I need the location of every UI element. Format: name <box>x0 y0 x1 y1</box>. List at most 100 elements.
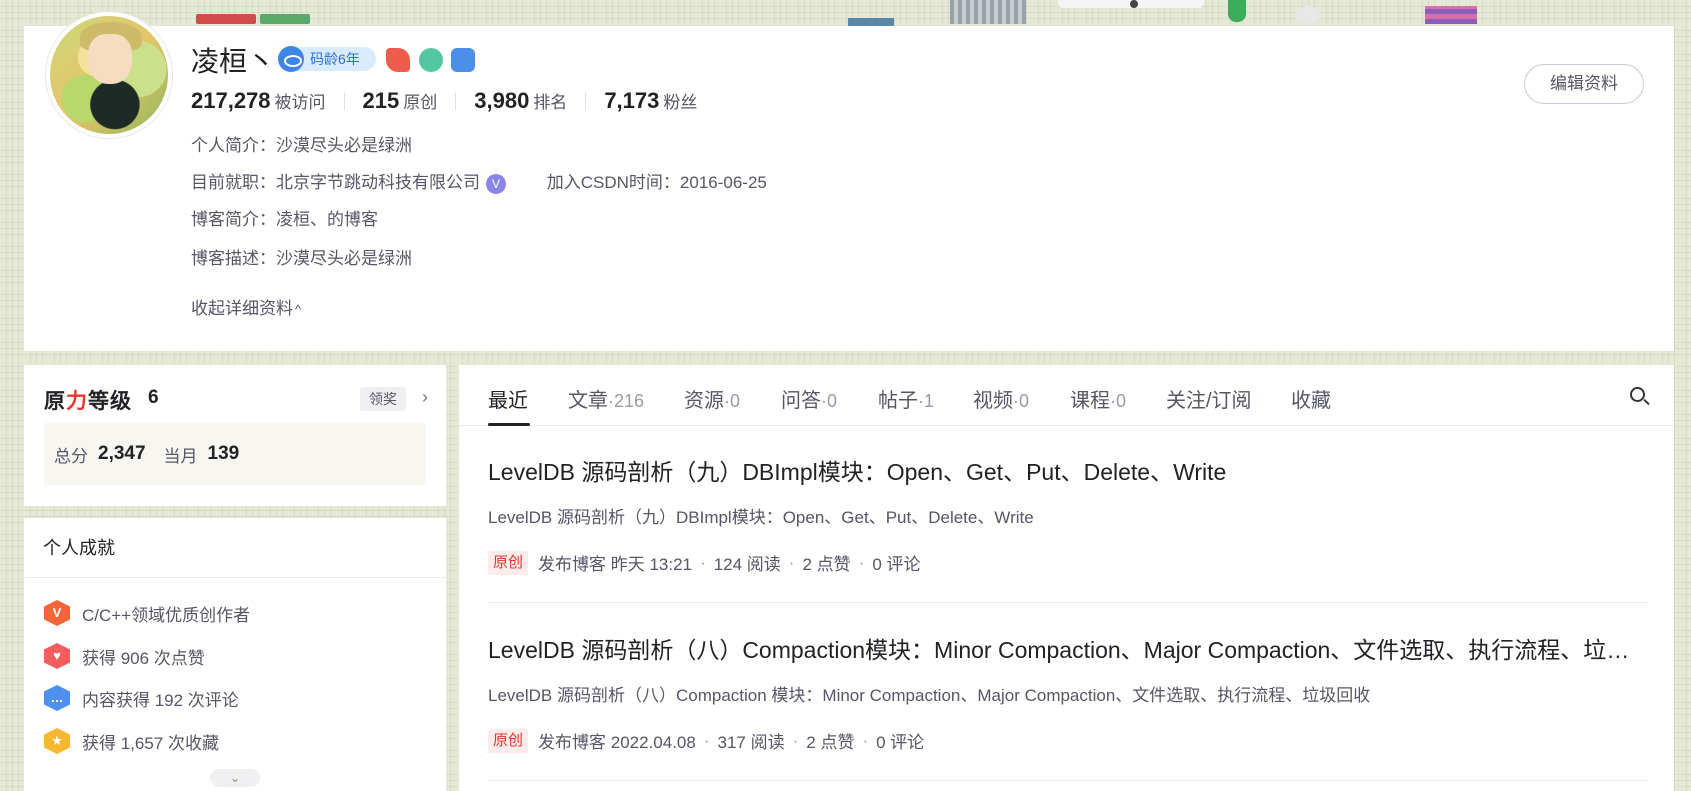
decor-server-icon <box>950 0 1026 24</box>
profile-card: 凌桓丶 码龄6年 217,278 被访问 215 原创 3,980 排名 7,1… <box>24 12 1674 351</box>
tab-follow[interactable]: 关注/订阅 <box>1166 384 1252 413</box>
avatar-face-shape <box>88 34 132 84</box>
article-published: 发布博客 2022.04.08 <box>538 733 696 752</box>
tab-count: ·0 <box>821 391 838 411</box>
meta-separator: · <box>858 552 865 572</box>
stat-original[interactable]: 215 原创 <box>363 88 438 114</box>
content-panel: 最近 文章·216 资源·0 问答·0 帖子·1 视频·0 课程·0 关注/订阅… <box>459 365 1674 791</box>
power-level-value: 6 <box>148 387 159 408</box>
tab-count: ·0 <box>1013 391 1030 411</box>
chevron-up-icon: ^ <box>295 302 302 317</box>
claim-reward-button[interactable]: 领奖 <box>360 387 406 411</box>
achievement-text: 内容获得 192 次评论 <box>82 690 239 710</box>
blog-intro-label: 博客简介： <box>191 210 276 229</box>
search-icon[interactable] <box>1628 385 1650 407</box>
stat-fans[interactable]: 7,173 粉丝 <box>604 88 697 114</box>
tab-label: 关注/订阅 <box>1166 390 1252 412</box>
article-comments: 0 评论 <box>872 555 921 574</box>
article-item[interactable]: LevelDB 源码剖析（八）Compaction模块：Minor Compac… <box>488 631 1648 753</box>
code-age-badge[interactable]: 码龄6年 <box>278 46 376 72</box>
tab-label: 资源 <box>684 390 724 412</box>
meta-separator: · <box>792 730 799 750</box>
blog-desc-text: 沙漠尽头必是绿洲 <box>276 249 412 268</box>
tab-label: 帖子 <box>878 390 918 412</box>
article-title[interactable]: LevelDB 源码剖析（九）DBImpl模块：Open、Get、Put、Del… <box>488 453 1648 487</box>
profile-name: 凌桓丶 <box>191 46 276 77</box>
tab-count: ·1 <box>918 391 935 411</box>
tab-count: ·0 <box>724 391 741 411</box>
tab-favorites[interactable]: 收藏 <box>1291 384 1331 413</box>
stat-value: 7,173 <box>604 88 660 113</box>
verified-icon: V <box>486 173 506 194</box>
avatar[interactable] <box>46 12 172 138</box>
total-score-label: 总分 <box>54 446 88 466</box>
tab-count: ·0 <box>1110 391 1127 411</box>
expand-achievements-chevron-icon[interactable]: ⌄ <box>210 769 260 787</box>
collapse-label: 收起详细资料 <box>191 299 293 318</box>
stat-label: 排名 <box>533 93 568 112</box>
achievement-text: C/C++领域优质创作者 <box>82 605 251 625</box>
decor-books2-icon <box>1425 6 1477 24</box>
tab-label: 视频 <box>973 390 1013 412</box>
community-badge-icon[interactable] <box>419 48 443 72</box>
search-handle-shape <box>1643 398 1650 406</box>
title-part: 等级 <box>88 390 132 413</box>
job-text: 北京字节跳动科技有限公司 <box>276 173 480 192</box>
blog-intro-text: 凌桓、的博客 <box>276 210 378 229</box>
original-tag: 原创 <box>488 550 529 575</box>
tab-label: 文章 <box>568 390 608 412</box>
decor-lamp-dot-icon <box>1130 0 1138 8</box>
blog-expert-badge-icon[interactable] <box>386 48 410 72</box>
blog-intro-row: 博客简介：凌桓、的博客 <box>191 205 378 230</box>
job-label: 目前就职： <box>191 173 276 192</box>
star-badge-icon: ★ <box>44 728 70 754</box>
job-row: 目前就职：北京字节跳动科技有限公司 V 加入CSDN时间：2016-06-25 <box>191 168 767 194</box>
title-part-red: 力 <box>66 390 88 413</box>
stat-divider <box>585 92 587 110</box>
chevron-right-icon[interactable]: › <box>422 387 428 408</box>
article-comments: 0 评论 <box>876 733 925 752</box>
like-badge-icon: ♥ <box>44 643 70 669</box>
stat-visits: 217,278 被访问 <box>191 88 326 114</box>
meta-separator: · <box>788 552 795 572</box>
article-likes: 2 点赞 <box>806 733 855 752</box>
achievement-item: V C/C++领域优质创作者 <box>44 600 250 626</box>
tab-articles[interactable]: 文章·216 <box>568 384 644 413</box>
tab-posts[interactable]: 帖子·1 <box>878 384 934 413</box>
achievement-item: ★ 获得 1,657 次收藏 <box>44 728 219 754</box>
edit-profile-button[interactable]: 编辑资料 <box>1524 64 1644 104</box>
month-score-value: 139 <box>207 443 240 464</box>
tab-resources[interactable]: 资源·0 <box>684 384 740 413</box>
blog-desc-label: 博客描述： <box>191 249 276 268</box>
achievement-text: 获得 1,657 次收藏 <box>82 733 219 753</box>
blog-desc-row: 博客描述：沙漠尽头必是绿洲 <box>191 244 412 269</box>
article-title[interactable]: LevelDB 源码剖析（八）Compaction模块：Minor Compac… <box>488 631 1648 665</box>
tab-label: 最近 <box>488 390 528 412</box>
achievements-card: 个人成就 V C/C++领域优质创作者 ♥ 获得 906 次点赞 … 内容获得 … <box>24 518 446 791</box>
collapse-details-link[interactable]: 收起详细资料 ^ <box>191 294 301 319</box>
article-divider <box>488 780 1648 781</box>
article-meta: 原创 发布博客 昨天 13:21 · 124 阅读 · 2 点赞 · 0 评论 <box>488 550 1648 575</box>
join-date: 2016-06-25 <box>679 173 767 192</box>
original-tag: 原创 <box>488 728 529 753</box>
tab-courses[interactable]: 课程·0 <box>1070 384 1126 413</box>
score-box: 总分 2,347 当月 139 <box>44 423 426 485</box>
decor-books-icon <box>196 14 310 24</box>
tab-label: 问答 <box>781 390 821 412</box>
article-meta: 原创 发布博客 2022.04.08 · 317 阅读 · 2 点赞 · 0 评… <box>488 728 1648 753</box>
article-reads: 124 阅读 <box>713 555 781 574</box>
article-desc: LevelDB 源码剖析（八）Compaction 模块：Minor Compa… <box>488 686 1371 705</box>
article-published: 发布博客 昨天 13:21 <box>538 555 693 574</box>
article-item[interactable]: LevelDB 源码剖析（九）DBImpl模块：Open、Get、Put、Del… <box>488 453 1648 575</box>
tab-videos[interactable]: 视频·0 <box>973 384 1029 413</box>
article-divider <box>488 602 1648 603</box>
active-tab-indicator <box>488 423 530 426</box>
stat-value: 215 <box>362 88 400 113</box>
tab-recent[interactable]: 最近 <box>488 384 528 413</box>
stat-divider <box>455 92 457 110</box>
achievement-text: 获得 906 次点赞 <box>82 648 205 668</box>
tab-count: ·216 <box>608 391 645 411</box>
decor-ball-icon <box>1296 6 1320 24</box>
tab-qa[interactable]: 问答·0 <box>781 384 837 413</box>
power-level-card: 原力等级 6 领奖 › 总分 2,347 当月 139 <box>24 365 446 506</box>
